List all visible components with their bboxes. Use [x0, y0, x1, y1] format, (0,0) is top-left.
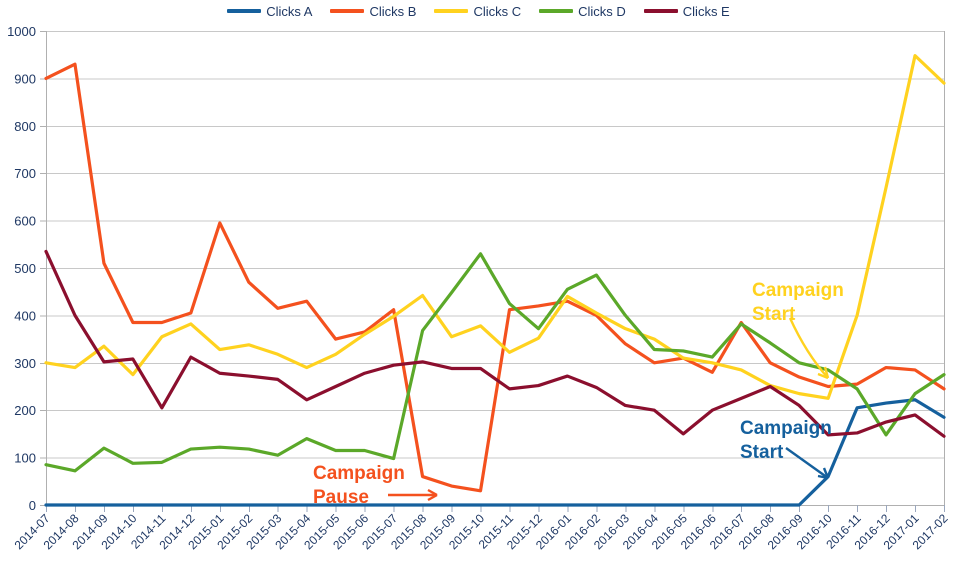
- y-tick-label: 200: [14, 403, 36, 418]
- annotation-text-campaign-start-blue: Start: [740, 442, 784, 463]
- annotation-arrow-campaign-start-blue: [785, 447, 829, 479]
- y-tick-label: 800: [14, 119, 36, 134]
- y-axis-labels: 0 100 200 300 400 500 600 700 800 900 1000: [7, 24, 36, 513]
- y-tick-label: 1000: [7, 24, 36, 39]
- plot-area: 0 100 200 300 400 500 600 700 800 900 1000 2014-07…: [7, 24, 951, 552]
- annotation-text-campaign-pause: Pause: [313, 487, 369, 508]
- y-tick-label: 500: [14, 261, 36, 276]
- annotation-text-campaign-start-yellow: Campaign: [752, 280, 844, 301]
- y-tick-label: 100: [14, 451, 36, 466]
- clicks-line-chart: Clicks A Clicks B Clicks C Clicks D Clicks E…: [0, 0, 957, 561]
- y-tick-label: 300: [14, 356, 36, 371]
- annotations-layer: Campaign Pause Campaign Start Campaign Start: [313, 280, 844, 508]
- y-tick-label: 700: [14, 166, 36, 181]
- annotation-text-campaign-pause: Campaign: [313, 463, 405, 484]
- y-tick-label: 0: [29, 498, 36, 513]
- annotation-text-campaign-start-blue: Campaign: [740, 418, 832, 439]
- annotation-text-campaign-start-yellow: Start: [752, 304, 796, 325]
- y-tick-label: 400: [14, 308, 36, 323]
- y-tick-label: 900: [14, 71, 36, 86]
- y-tick-label: 600: [14, 214, 36, 229]
- x-axis-labels: 2014-072014-082014-092014-102014-112014-…: [12, 511, 951, 552]
- series-line-clicks-c[interactable]: [44, 54, 946, 400]
